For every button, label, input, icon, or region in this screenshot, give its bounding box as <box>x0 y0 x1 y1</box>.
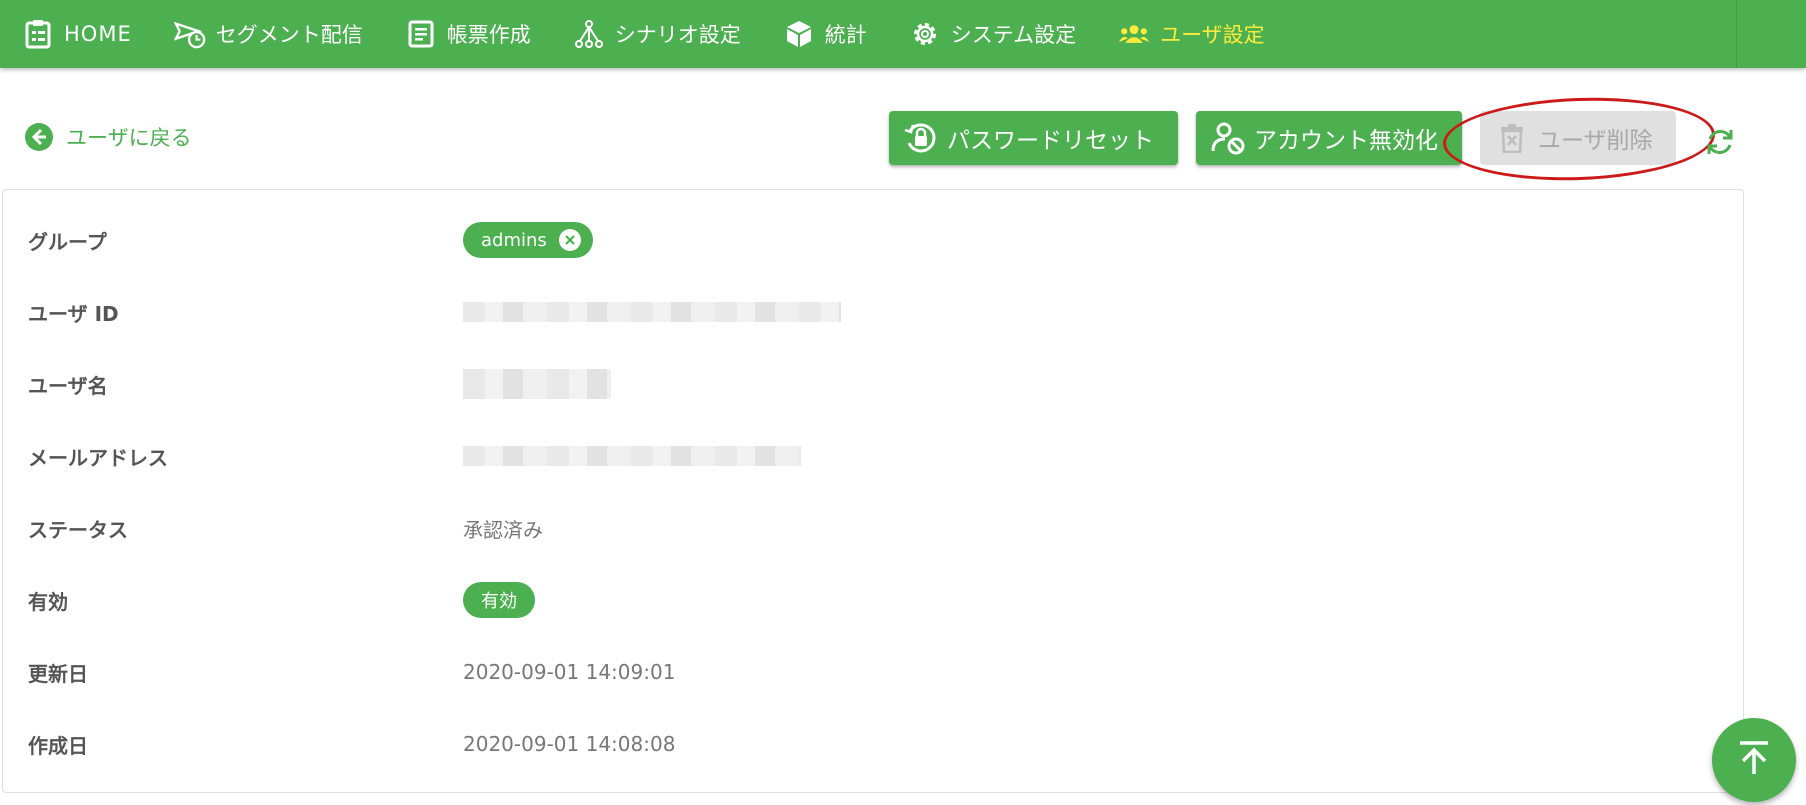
nav-item-report[interactable]: 帳票作成 <box>405 18 531 50</box>
nav-item-segment-delivery[interactable]: セグメント配信 <box>173 18 363 50</box>
user-name-label: ユーザ名 <box>28 373 108 398</box>
nav-item-user-settings[interactable]: ユーザ設定 <box>1118 18 1265 50</box>
nav-divider <box>1736 0 1737 68</box>
users-icon <box>1118 18 1150 50</box>
group-row: グループ admins <box>3 204 1743 276</box>
red-annotation-ellipse <box>1441 93 1717 185</box>
email-redacted <box>463 446 801 466</box>
refresh-icon[interactable] <box>1703 125 1737 159</box>
status-value: 承認済み <box>463 517 543 542</box>
close-icon[interactable] <box>558 229 581 251</box>
nav-label: セグメント配信 <box>215 23 363 47</box>
back-to-users-link[interactable]: ユーザに戻る <box>24 122 192 152</box>
arrow-up-icon <box>1734 738 1774 782</box>
document-icon <box>405 18 437 50</box>
created-value: 2020-09-01 14:08:08 <box>463 732 676 756</box>
nav-item-home[interactable]: HOME <box>22 18 132 50</box>
gear-icon <box>909 18 941 50</box>
nav-label: システム設定 <box>950 23 1077 47</box>
nav-item-statistics[interactable]: 統計 <box>783 18 867 50</box>
user-id-row: ユーザ ID <box>3 276 1743 348</box>
arrow-left-circle-icon <box>24 122 54 152</box>
updated-label: 更新日 <box>28 661 88 686</box>
cube-icon <box>783 18 815 50</box>
enabled-chip: 有効 <box>463 582 535 618</box>
nav-item-scenario[interactable]: シナリオ設定 <box>573 18 741 50</box>
group-chip: admins <box>463 222 593 258</box>
lock-reset-icon <box>903 120 939 156</box>
enabled-label: 有効 <box>28 589 68 614</box>
nav-label: 帳票作成 <box>446 23 531 47</box>
user-name-redacted <box>463 369 611 399</box>
user-block-icon <box>1210 120 1246 156</box>
user-name-row: ユーザ名 <box>3 348 1743 420</box>
scroll-to-top-button[interactable] <box>1712 718 1796 802</box>
created-row: 作成日 2020-09-01 14:08:08 <box>3 708 1743 780</box>
status-label: ステータス <box>28 517 128 542</box>
enabled-row: 有効 有効 <box>3 564 1743 636</box>
group-value: admins <box>463 222 593 258</box>
enabled-value: 有効 <box>463 582 535 618</box>
email-row: メールアドレス <box>3 420 1743 492</box>
clipboard-icon <box>22 18 54 50</box>
updated-value: 2020-09-01 14:09:01 <box>463 660 676 684</box>
user-id-label: ユーザ ID <box>28 301 119 326</box>
created-label: 作成日 <box>28 733 88 758</box>
group-label: グループ <box>28 229 107 254</box>
nav-item-system-settings[interactable]: システム設定 <box>909 18 1076 50</box>
back-link-label: ユーザに戻る <box>66 126 192 150</box>
send-clock-icon <box>173 18 206 50</box>
user-detail-card: グループ admins ユーザ ID ユーザ名 メールアドレス ステータス 承認… <box>2 189 1744 793</box>
top-nav-bar: HOME セグメント配信 帳票作成 シナリオ設定 統計 システム設定 ユーザ設定 <box>0 0 1806 68</box>
status-row: ステータス 承認済み <box>3 492 1743 564</box>
password-reset-label: パスワードリセット <box>947 128 1154 154</box>
nav-label: 統計 <box>824 23 867 47</box>
nav-label: HOME <box>64 22 132 46</box>
email-label: メールアドレス <box>28 445 168 470</box>
disable-account-label: アカウント無効化 <box>1254 128 1438 154</box>
main-nav: HOME セグメント配信 帳票作成 シナリオ設定 統計 システム設定 ユーザ設定 <box>0 0 1307 68</box>
nav-label: ユーザ設定 <box>1160 23 1265 47</box>
disable-account-button[interactable]: アカウント無効化 <box>1196 111 1462 165</box>
user-id-redacted <box>463 302 841 322</box>
updated-row: 更新日 2020-09-01 14:09:01 <box>3 636 1743 708</box>
nav-label: シナリオ設定 <box>614 23 741 47</box>
group-chip-label: admins <box>481 229 547 251</box>
scenario-tree-icon <box>573 18 605 50</box>
password-reset-button[interactable]: パスワードリセット <box>889 111 1178 165</box>
